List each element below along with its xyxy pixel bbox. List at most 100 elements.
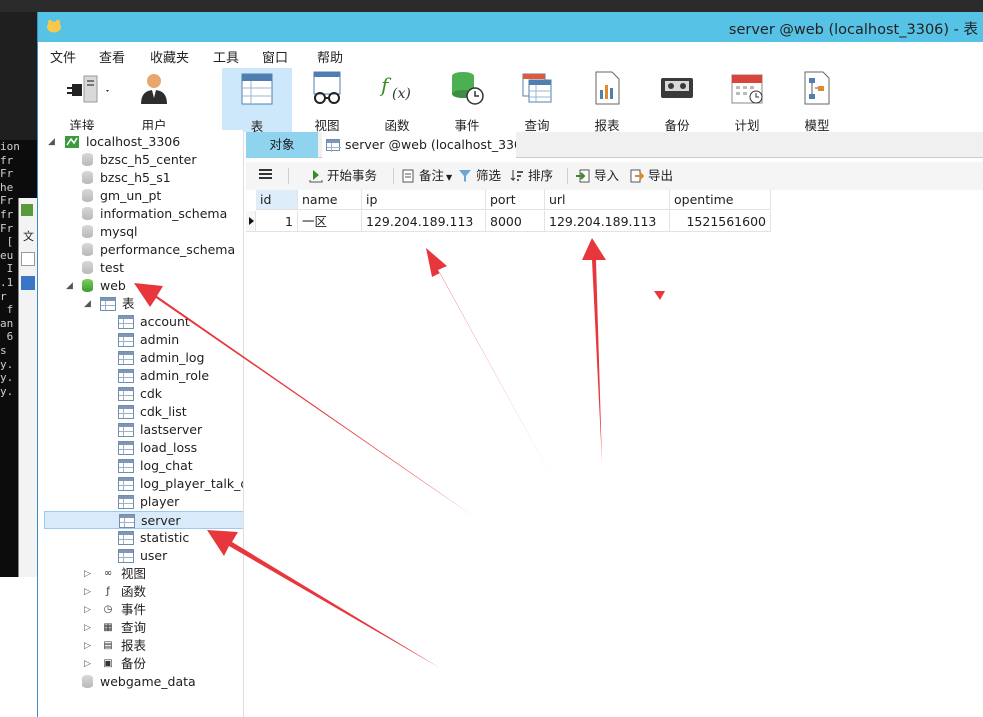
tree-table-player[interactable]: player — [118, 493, 179, 511]
tree-table-cdk[interactable]: cdk — [118, 385, 162, 403]
collapse-arrow-icon[interactable]: ▷ — [84, 565, 94, 583]
import-button[interactable]: 导入 — [576, 167, 619, 185]
toolbar-table-button[interactable]: 表 — [222, 68, 292, 134]
toolbar-query-button[interactable]: 查询 — [514, 70, 560, 133]
console-line: fr — [0, 153, 14, 167]
toolbar-report-button[interactable]: 报表 — [584, 70, 630, 133]
tree-database[interactable]: gm_un_pt — [82, 187, 161, 205]
tab-server-table[interactable]: server @web (localhost_330... — [322, 132, 516, 158]
menu-file[interactable]: 文件 — [50, 47, 76, 66]
toolbar-divider — [393, 168, 394, 184]
tree-table-load_loss[interactable]: load_loss — [118, 439, 197, 457]
tree-database[interactable]: test — [82, 259, 124, 277]
menu-button[interactable] — [258, 166, 274, 187]
toolbar-model-button[interactable]: 模型 — [794, 70, 840, 133]
tree-table-log_chat[interactable]: log_chat — [118, 457, 193, 475]
column-header-ip[interactable]: ip — [362, 190, 486, 210]
tree-table-statistic[interactable]: statistic — [118, 529, 189, 547]
tree-database[interactable]: performance_schema — [82, 241, 235, 259]
begin-transaction-button[interactable]: 开始事务 — [309, 167, 377, 185]
toolbar-event-button[interactable]: 事件 — [444, 70, 490, 133]
function-icon: ƒ — [106, 585, 110, 597]
tree-table-admin_role[interactable]: admin_role — [118, 367, 209, 385]
toolbar-schedule-button[interactable]: 计划 — [724, 70, 770, 133]
tree-table-lastserver[interactable]: lastserver — [118, 421, 202, 439]
event-icon: ◷ — [103, 603, 113, 615]
cell-name[interactable]: 一区 — [298, 211, 362, 232]
column-header-opentime[interactable]: opentime — [670, 190, 771, 210]
tree-group-tables[interactable]: ◢ 表 — [84, 295, 135, 313]
cell-ip[interactable]: 129.204.189.113 — [362, 211, 486, 232]
tree-table-user[interactable]: user — [118, 547, 167, 565]
tree-group-event[interactable]: ▷ ◷ 事件 — [84, 601, 146, 619]
table-icon — [118, 458, 134, 473]
menu-tools[interactable]: 工具 — [213, 47, 239, 66]
toolbar-user-button[interactable]: 用户 — [132, 70, 176, 133]
menu-favorites[interactable]: 收藏夹 — [150, 47, 189, 66]
backup-icon — [661, 78, 693, 98]
expand-arrow-icon[interactable]: ◢ — [48, 133, 58, 151]
toolbar-connection-button[interactable]: 连接 — [58, 70, 109, 133]
tree-table-server[interactable]: server — [44, 511, 243, 529]
menu-view[interactable]: 查看 — [99, 47, 125, 66]
export-button[interactable]: 导出 — [630, 167, 673, 185]
tree-group-view[interactable]: ▷ ∞ 视图 — [84, 565, 146, 583]
column-header-name[interactable]: name — [298, 190, 362, 210]
table-icon — [118, 404, 134, 419]
tree-label: performance_schema — [100, 242, 236, 257]
collapse-arrow-icon[interactable]: ▷ — [84, 601, 94, 619]
tree-label: gm_un_pt — [100, 188, 162, 203]
cell-id[interactable]: 1 — [256, 211, 298, 232]
filter-button[interactable]: 筛选 — [458, 167, 501, 185]
toolbar-backup-button[interactable]: 备份 — [654, 70, 700, 133]
column-header-port[interactable]: port — [486, 190, 545, 210]
tree-table-admin_log[interactable]: admin_log — [118, 349, 204, 367]
tree-table-account[interactable]: account — [118, 313, 190, 331]
cell-port[interactable]: 8000 — [486, 211, 545, 232]
transaction-icon — [309, 169, 323, 182]
expand-arrow-icon[interactable]: ◢ — [84, 295, 94, 313]
column-header-url[interactable]: url — [545, 190, 670, 210]
notes-button[interactable]: 备注 ▼ — [401, 167, 452, 187]
toolbar-function-button[interactable]: f (x) 函数 — [374, 70, 420, 133]
tree-database-web[interactable]: ◢ web — [66, 277, 126, 295]
collapse-arrow-icon[interactable]: ▷ — [84, 637, 94, 655]
tree-database[interactable]: mysql — [82, 223, 138, 241]
table-icon — [118, 386, 134, 401]
expand-arrow-icon[interactable]: ◢ — [66, 277, 76, 295]
title-bar[interactable]: server @web (localhost_3306) - 表 — [38, 12, 983, 42]
tree-label: cdk_list — [140, 404, 187, 419]
report-icon: ▤ — [103, 639, 113, 651]
tree-label: 表 — [122, 296, 135, 311]
navicat-window: server @web (localhost_3306) - 表 文件 查看 收… — [37, 12, 983, 717]
function-icon: f (x) — [379, 73, 411, 102]
table-icon — [118, 368, 134, 383]
tree-database[interactable]: bzsc_h5_center — [82, 151, 196, 169]
sort-button[interactable]: 排序 — [510, 167, 553, 185]
tree-database-webgame-data[interactable]: webgame_data — [82, 673, 196, 691]
schedule-icon — [731, 74, 763, 104]
collapse-arrow-icon[interactable]: ▷ — [84, 619, 94, 637]
toolbar-view-button[interactable]: 视图 — [304, 70, 350, 133]
collapse-arrow-icon[interactable]: ▷ — [84, 655, 94, 673]
cell-url[interactable]: 129.204.189.113 — [545, 211, 670, 232]
menu-bar: 文件 查看 收藏夹 工具 窗口 帮助 — [38, 42, 983, 68]
tree-table-admin[interactable]: admin — [118, 331, 179, 349]
tree-group-query[interactable]: ▷ ▦ 查询 — [84, 619, 146, 637]
menu-window[interactable]: 窗口 — [262, 47, 288, 66]
tree-group-report[interactable]: ▷ ▤ 报表 — [84, 637, 146, 655]
tree-database[interactable]: information_schema — [82, 205, 227, 223]
tree-database[interactable]: bzsc_h5_s1 — [82, 169, 171, 187]
cell-opentime[interactable]: 1521561600 — [670, 211, 771, 232]
tree-table-cdk_list[interactable]: cdk_list — [118, 403, 187, 421]
row-selector-arrow-icon[interactable] — [246, 211, 256, 232]
tree-group-function[interactable]: ▷ ƒ 函数 — [84, 583, 146, 601]
tab-objects[interactable]: 对象 — [246, 132, 318, 158]
background-window — [0, 12, 37, 140]
collapse-arrow-icon[interactable]: ▷ — [84, 583, 94, 601]
tree-group-backup[interactable]: ▷ ▣ 备份 — [84, 655, 146, 673]
tree-connection-localhost[interactable]: ◢ localhost_3306 — [48, 133, 180, 151]
menu-help[interactable]: 帮助 — [317, 47, 343, 66]
column-header-id[interactable]: id — [256, 190, 298, 210]
tree-table-log_player_talk_de[interactable]: log_player_talk_de — [118, 475, 243, 493]
